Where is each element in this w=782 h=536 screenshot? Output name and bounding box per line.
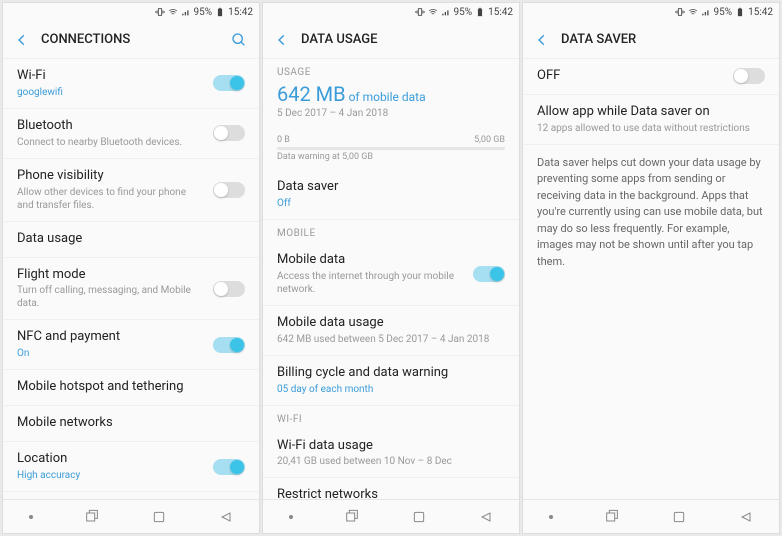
signal-icon <box>181 7 191 17</box>
row-mobile-data[interactable]: Mobile dataAccess the internet through y… <box>263 243 519 306</box>
toggle[interactable] <box>213 337 245 353</box>
toggle[interactable] <box>213 125 245 141</box>
status-bar: 95% 15:42 <box>263 3 519 21</box>
usage-range: 5 Dec 2017 – 4 Jan 2018 <box>263 106 519 129</box>
data-saver-content: OFF Allow app while Data saver on12 apps… <box>523 59 779 499</box>
row-wi-fi[interactable]: Wi-Figooglewifi <box>3 59 259 109</box>
clock: 15:42 <box>748 7 773 18</box>
row-billing-cycle-and-data-warning[interactable]: Billing cycle and data warning05 day of … <box>263 356 519 406</box>
row-data-saver[interactable]: Data saverOff <box>263 170 519 220</box>
battery-pct: 95% <box>454 7 473 18</box>
home-icon[interactable] <box>411 509 427 525</box>
row-phone-visibility[interactable]: Phone visibilityAllow other devices to f… <box>3 159 259 222</box>
row-data-usage[interactable]: Data usage <box>3 222 259 258</box>
phone-connections: 95% 15:42 CONNECTIONS Wi-FigooglewifiBlu… <box>2 2 260 534</box>
battery-pct: 95% <box>194 7 213 18</box>
page-title: CONNECTIONS <box>41 32 219 47</box>
page-title: DATA SAVER <box>561 32 767 47</box>
section-usage: USAGE <box>263 59 519 82</box>
nav-bar <box>523 499 779 533</box>
clock: 15:42 <box>228 7 253 18</box>
toggle[interactable] <box>213 459 245 475</box>
nav-dot[interactable] <box>289 515 293 519</box>
home-icon[interactable] <box>671 509 687 525</box>
settings-list: Wi-FigooglewifiBluetoothConnect to nearb… <box>3 59 259 499</box>
header: CONNECTIONS <box>3 21 259 59</box>
recent-icon[interactable] <box>84 509 100 525</box>
battery-icon <box>735 7 745 17</box>
back-icon[interactable] <box>275 33 289 47</box>
header: DATA USAGE <box>263 21 519 59</box>
vibrate-icon <box>415 7 425 17</box>
page-title: DATA USAGE <box>301 32 507 47</box>
usage-amount: 642 MB of mobile data <box>263 82 519 106</box>
back-nav-icon[interactable] <box>478 509 494 525</box>
section-wifi: WI-FI <box>263 406 519 429</box>
toggle[interactable] <box>473 266 505 282</box>
battery-icon <box>475 7 485 17</box>
row-restrict-networks[interactable]: Restrict networks <box>263 478 519 499</box>
recent-icon[interactable] <box>344 509 360 525</box>
wifi-icon <box>688 7 698 17</box>
row-off-toggle[interactable]: OFF <box>523 59 779 95</box>
status-bar: 95% 15:42 <box>523 3 779 21</box>
vibrate-icon <box>675 7 685 17</box>
battery-pct: 95% <box>714 7 733 18</box>
row-bluetooth[interactable]: BluetoothConnect to nearby Bluetooth dev… <box>3 109 259 159</box>
toggle[interactable] <box>733 68 765 84</box>
nav-dot[interactable] <box>549 515 553 519</box>
row-mobile-data-usage[interactable]: Mobile data usage642 MB used between 5 D… <box>263 306 519 356</box>
phone-data-usage: 95% 15:42 DATA USAGE USAGE 642 MB of mob… <box>262 2 520 534</box>
header: DATA SAVER <box>523 21 779 59</box>
section-mobile: MOBILE <box>263 220 519 243</box>
phone-data-saver: 95% 15:42 DATA SAVER OFF Allow app while… <box>522 2 780 534</box>
description: Data saver helps cut down your data usag… <box>523 145 779 281</box>
row-more-connection-settings[interactable]: More connection settings <box>3 492 259 499</box>
clock: 15:42 <box>488 7 513 18</box>
toggle[interactable] <box>213 75 245 91</box>
bar-note: Data warning at 5,00 GB <box>263 150 519 170</box>
nav-dot[interactable] <box>29 515 33 519</box>
back-icon[interactable] <box>535 33 549 47</box>
home-icon[interactable] <box>151 509 167 525</box>
wifi-icon <box>168 7 178 17</box>
toggle[interactable] <box>213 281 245 297</box>
signal-icon <box>701 7 711 17</box>
row-allow-app[interactable]: Allow app while Data saver on12 apps all… <box>523 95 779 145</box>
search-icon[interactable] <box>231 32 247 48</box>
signal-icon <box>441 7 451 17</box>
row-mobile-hotspot-and-tethering[interactable]: Mobile hotspot and tethering <box>3 370 259 406</box>
row-location[interactable]: LocationHigh accuracy <box>3 442 259 492</box>
nav-bar <box>3 499 259 533</box>
wifi-icon <box>428 7 438 17</box>
row-mobile-networks[interactable]: Mobile networks <box>3 406 259 442</box>
data-usage-content: USAGE 642 MB of mobile data 5 Dec 2017 –… <box>263 59 519 499</box>
toggle[interactable] <box>213 182 245 198</box>
vibrate-icon <box>155 7 165 17</box>
nav-bar <box>263 499 519 533</box>
back-nav-icon[interactable] <box>218 509 234 525</box>
row-flight-mode[interactable]: Flight modeTurn off calling, messaging, … <box>3 258 259 321</box>
status-bar: 95% 15:42 <box>3 3 259 21</box>
back-nav-icon[interactable] <box>738 509 754 525</box>
row-nfc-and-payment[interactable]: NFC and paymentOn <box>3 320 259 370</box>
usage-bar: 0 B5,00 GB <box>263 129 519 150</box>
back-icon[interactable] <box>15 33 29 47</box>
row-wi-fi-data-usage[interactable]: Wi-Fi data usage20,41 GB used between 10… <box>263 429 519 479</box>
recent-icon[interactable] <box>604 509 620 525</box>
battery-icon <box>215 7 225 17</box>
